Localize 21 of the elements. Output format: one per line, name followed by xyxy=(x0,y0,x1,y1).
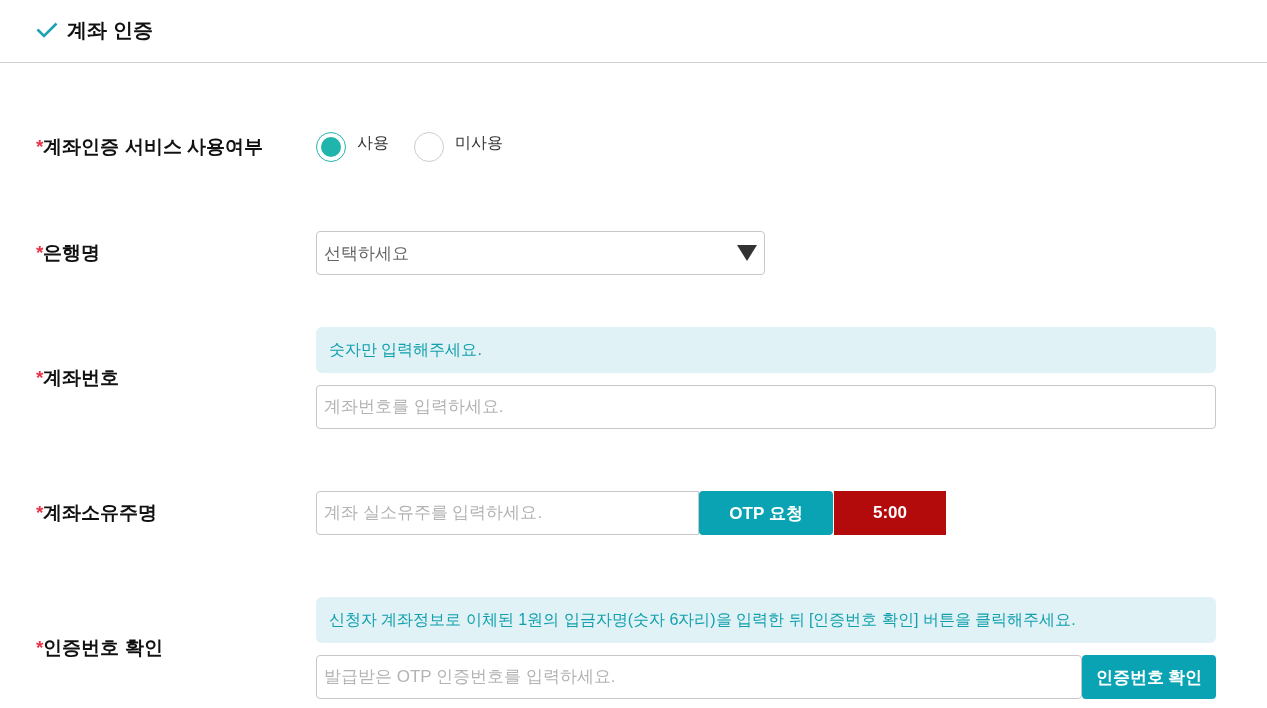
account-number-field[interactable]: 계좌번호를 입력하세요. xyxy=(316,385,1216,429)
field-label: *은행명 xyxy=(36,241,102,265)
section-title: 계좌 인증 xyxy=(67,17,153,43)
info-notice: 신청자 계좌정보로 이체된 1원의 입금자명(숫자 6자리)을 입력한 뒤 [인증번호 확인] 버튼을 클릭해주세요. xyxy=(316,597,1216,643)
field-label: *계좌번호 xyxy=(36,366,121,390)
radio-label: 사용 xyxy=(357,132,389,153)
radio-button[interactable] xyxy=(316,132,346,162)
otp-request-button[interactable]: OTP 요청 xyxy=(699,491,833,535)
info-notice: 숫자만 입력해주세요. xyxy=(316,327,1216,373)
caret-down-icon xyxy=(737,245,757,261)
verify-button[interactable]: 인증번호 확인 xyxy=(1082,655,1216,699)
field-label: *계좌인증 서비스 사용여부 xyxy=(36,135,264,159)
account-holder-field[interactable]: 계좌 실소유주를 입력하세요. xyxy=(316,491,699,535)
bank-select[interactable]: 선택하세요 xyxy=(316,231,765,275)
check-icon xyxy=(36,22,58,38)
radio-button[interactable] xyxy=(414,132,444,162)
field-label: *인증번호 확인 xyxy=(36,636,164,660)
verification-code-field[interactable]: 발급받은 OTP 인증번호를 입력하세요. xyxy=(316,655,1082,699)
countdown-timer: 5:00 xyxy=(834,491,946,535)
field-label: *계좌소유주명 xyxy=(36,501,159,525)
radio-label: 미사용 xyxy=(455,132,503,153)
